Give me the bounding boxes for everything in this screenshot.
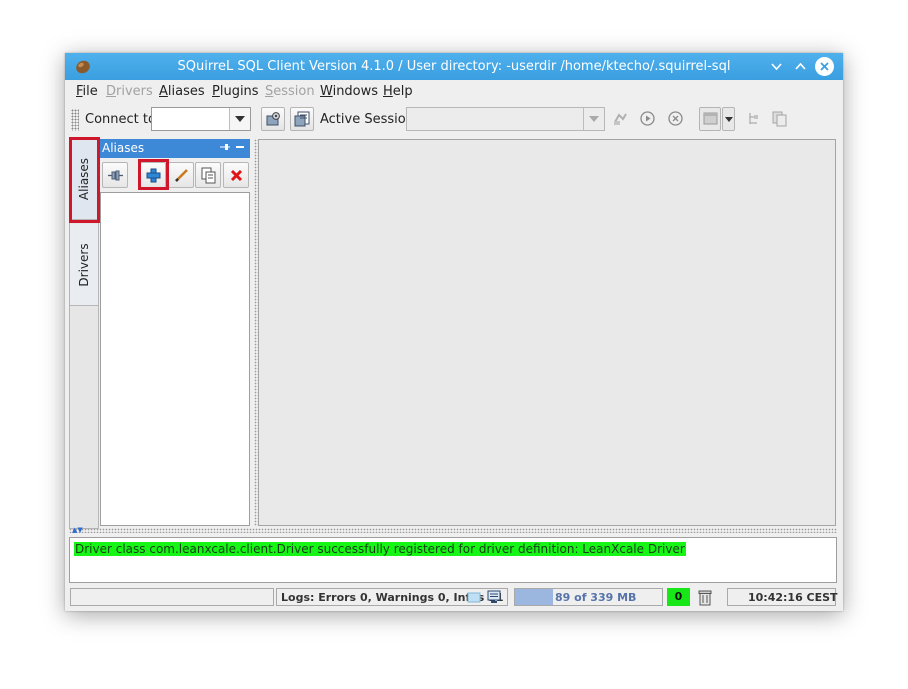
status-bar: Logs: Errors 0, Warnings 0, Infos 11 89 …	[65, 586, 843, 608]
tab-aliases-label: Aliases	[77, 157, 91, 200]
session-desktop-area	[258, 139, 836, 526]
modify-alias-button[interactable]	[168, 162, 194, 188]
main-window: SQuirreL SQL Client Version 4.1.0 / User…	[65, 53, 843, 611]
plus-icon	[146, 168, 161, 183]
worksheet-icon	[294, 111, 310, 127]
menu-plugins[interactable]: Plugins	[212, 84, 259, 99]
alias-list[interactable]	[100, 192, 250, 526]
main-toolbar: Connect to: Active Session:	[65, 104, 843, 136]
tree-icon	[749, 113, 758, 124]
splitter-arrows-icon[interactable]: ▲▼	[72, 527, 83, 534]
connect-alias-button[interactable]	[102, 162, 128, 188]
window-layout-icon	[703, 112, 718, 125]
chevron-down-icon	[589, 116, 599, 122]
sql-worksheet-button[interactable]	[290, 107, 314, 131]
clock: 10:42:16 CEST	[727, 588, 838, 606]
run-sql-icon	[614, 113, 627, 125]
delete-x-icon	[230, 169, 243, 182]
pin-icon[interactable]	[219, 141, 231, 156]
pencil-icon	[175, 169, 188, 182]
connect-to-combo[interactable]	[151, 107, 251, 131]
aliases-panel-header: Aliases	[100, 139, 250, 158]
aliases-panel: Aliases	[100, 139, 250, 526]
aliases-panel-title: Aliases	[102, 141, 145, 155]
delete-alias-button[interactable]	[223, 162, 249, 188]
menu-aliases[interactable]: Aliases	[159, 84, 205, 99]
toolbar-grip[interactable]	[71, 109, 79, 131]
close-window-icon[interactable]	[815, 57, 834, 76]
connect-to-label: Connect to:	[85, 112, 161, 127]
side-tab-strip: Aliases Drivers	[69, 137, 99, 529]
active-session-combo[interactable]	[406, 107, 605, 131]
menu-bar: File Drivers Aliases Plugins Session Win…	[65, 80, 843, 104]
status-text-field	[70, 588, 274, 606]
layout-button[interactable]	[699, 107, 721, 131]
active-session-dropdown-arrow[interactable]	[583, 108, 604, 130]
tab-drivers[interactable]: Drivers	[70, 224, 98, 306]
minimize-chevron-down-icon[interactable]	[767, 57, 786, 76]
run-sql-button[interactable]	[609, 107, 633, 131]
chevron-down-icon	[725, 117, 733, 122]
copy-alias-button[interactable]	[195, 162, 221, 188]
memory-usage-text: 89 of 339 MB	[555, 591, 637, 604]
memory-usage-fill	[515, 589, 554, 605]
garbage-collect-trash-icon[interactable]	[697, 589, 713, 609]
menu-drivers[interactable]: Drivers	[106, 84, 153, 99]
copy-icon	[201, 167, 216, 184]
message-pane: Driver class com.leanxcale.client.Driver…	[69, 537, 837, 583]
play-circle-icon	[640, 111, 655, 126]
active-session-label: Active Session:	[320, 112, 419, 127]
cancel-execution-button[interactable]	[664, 107, 688, 131]
maximize-chevron-up-icon[interactable]	[791, 57, 810, 76]
menu-session[interactable]: Session	[265, 84, 315, 99]
stop-circle-icon	[668, 111, 683, 126]
menu-windows[interactable]: Windows	[320, 84, 378, 99]
gc-counter: 0	[667, 588, 690, 606]
window-title: SQuirreL SQL Client Version 4.1.0 / User…	[177, 59, 731, 74]
minimize-panel-icon[interactable]	[235, 138, 245, 156]
layout-dropdown-arrow[interactable]	[722, 107, 735, 131]
chevron-down-icon	[235, 116, 245, 122]
menu-file[interactable]: File	[76, 84, 98, 99]
new-alias-button[interactable]	[140, 162, 166, 188]
logs-summary[interactable]: Logs: Errors 0, Warnings 0, Infos 11	[276, 588, 508, 606]
menu-file-rest: ile	[82, 84, 98, 99]
clock-text: 10:42:16 CEST	[748, 591, 838, 604]
title-bar[interactable]: SQuirreL SQL Client Version 4.1.0 / User…	[65, 53, 843, 80]
memory-usage-bar[interactable]: 89 of 339 MB	[514, 588, 663, 606]
tab-drivers-label: Drivers	[77, 242, 91, 287]
log-message: Driver class com.leanxcale.client.Driver…	[74, 542, 686, 556]
object-tree-button[interactable]	[742, 107, 766, 131]
log-folder-icon[interactable]	[467, 590, 481, 604]
connect-plug-icon	[108, 170, 123, 181]
execute-button[interactable]	[636, 107, 660, 131]
monitor-icon[interactable]	[487, 590, 501, 604]
new-session-properties-button[interactable]	[261, 107, 285, 131]
menu-help[interactable]: Help	[383, 84, 413, 99]
connect-to-dropdown-arrow[interactable]	[229, 108, 250, 130]
copy-icon	[772, 111, 787, 127]
copy-results-button[interactable]	[768, 107, 792, 131]
session-properties-icon	[266, 112, 280, 126]
tab-aliases[interactable]: Aliases	[70, 138, 98, 220]
horizontal-splitter[interactable]	[69, 528, 837, 533]
